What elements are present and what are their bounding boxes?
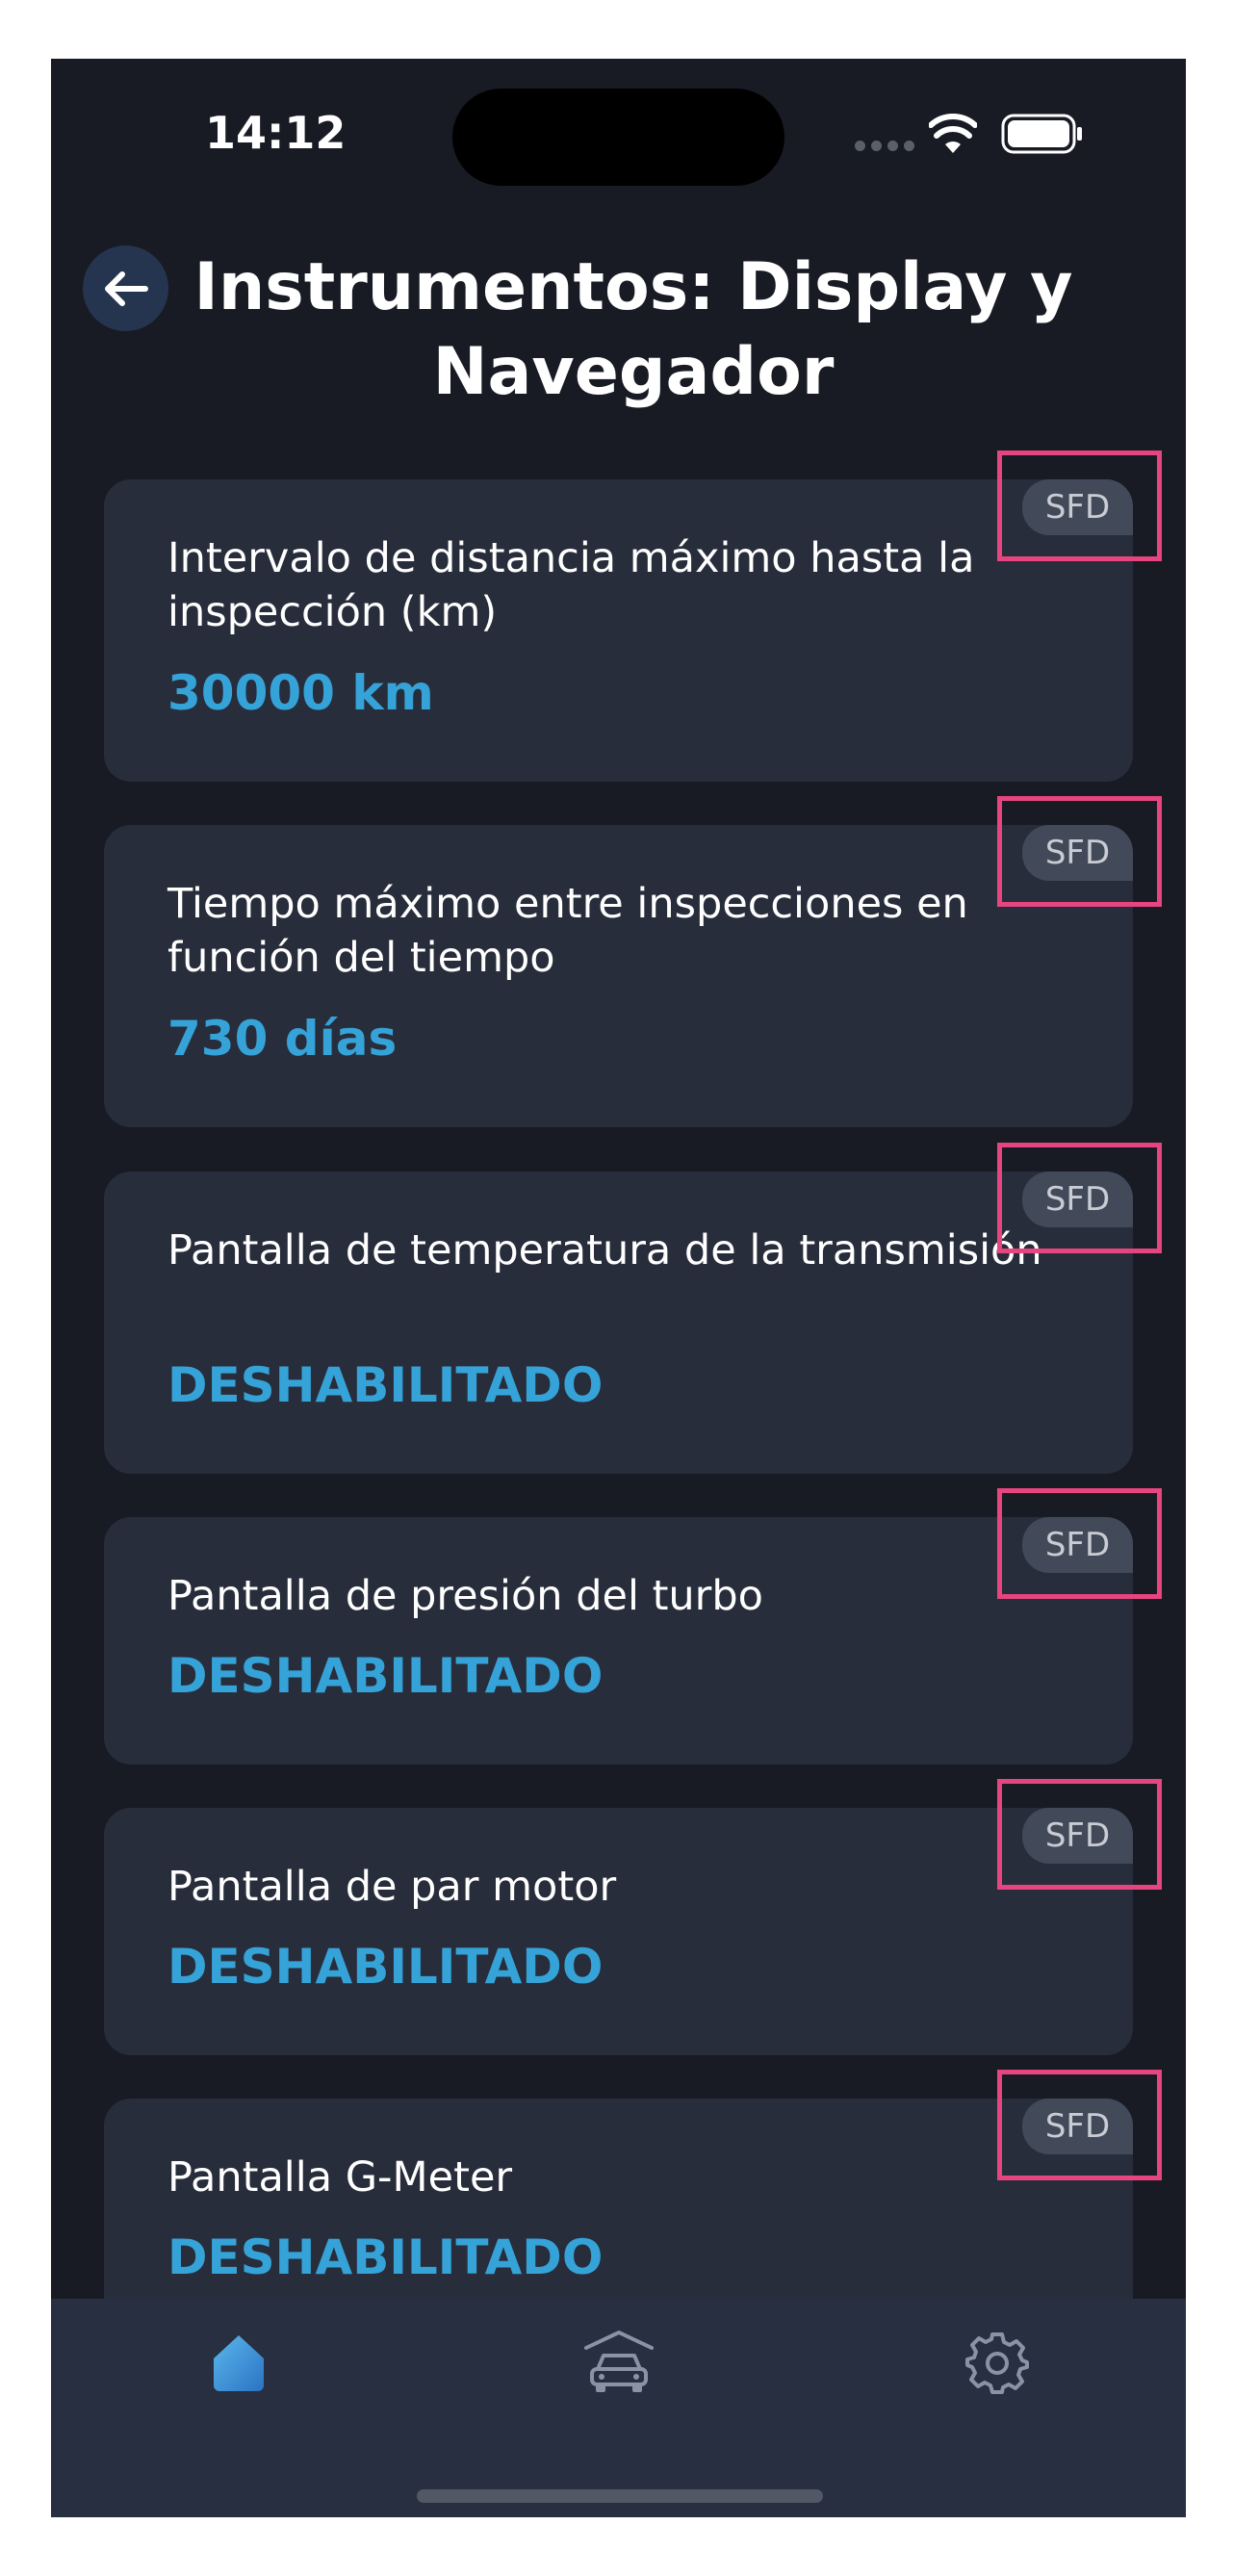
car-garage-icon — [584, 2331, 654, 2392]
status-time: 14:12 — [205, 107, 347, 159]
page-title: Instrumentos: Display y Navegador — [193, 249, 1073, 410]
setting-value: DESHABILITADO — [167, 1357, 604, 1413]
sfd-badge: SFD — [1022, 1517, 1133, 1573]
setting-label: Pantalla de temperatura de la transmisió… — [167, 1226, 1042, 1275]
setting-label: Pantalla G-Meter — [167, 2153, 513, 2202]
phone-screen: 14:12 Instrumentos: Display y Navegador … — [51, 59, 1186, 2517]
cellular-signal-icon — [855, 141, 916, 152]
setting-card-turbo-pressure[interactable]: SFD Pantalla de presión del turbo DESHAB… — [104, 1517, 1133, 1765]
setting-value: 730 días — [167, 1011, 398, 1067]
wifi-icon — [929, 114, 977, 153]
setting-card-transmission-temperature[interactable]: SFD Pantalla de temperatura de la transm… — [104, 1172, 1133, 1474]
sfd-badge: SFD — [1022, 825, 1133, 881]
sfd-badge: SFD — [1022, 1172, 1133, 1227]
setting-value: DESHABILITADO — [167, 1939, 604, 1995]
sfd-badge: SFD — [1022, 2099, 1133, 2154]
setting-value: DESHABILITADO — [167, 1648, 604, 1704]
home-icon — [214, 2335, 264, 2391]
bottom-nav — [51, 2299, 1186, 2517]
setting-card-engine-torque[interactable]: SFD Pantalla de par motor DESHABILITADO — [104, 1808, 1133, 2055]
gear-icon — [965, 2332, 1029, 2394]
setting-label: Pantalla de par motor — [167, 1863, 617, 1911]
arrow-left-icon — [104, 270, 148, 306]
nav-vehicle[interactable] — [580, 2324, 657, 2401]
setting-label: Tiempo máximo entre inspecciones en func… — [167, 880, 968, 982]
setting-card-max-time-between-inspections[interactable]: SFD Tiempo máximo entre inspecciones en … — [104, 825, 1133, 1127]
battery-icon — [1001, 114, 1082, 154]
dynamic-island — [452, 89, 784, 186]
nav-home[interactable] — [200, 2324, 277, 2401]
setting-value: DESHABILITADO — [167, 2229, 604, 2285]
setting-value: 30000 km — [167, 665, 434, 721]
sfd-badge: SFD — [1022, 479, 1133, 535]
home-indicator — [417, 2489, 823, 2503]
setting-label: Intervalo de distancia máximo hasta la i… — [167, 534, 975, 636]
nav-settings[interactable] — [959, 2324, 1036, 2401]
setting-card-max-distance-interval[interactable]: SFD Intervalo de distancia máximo hasta … — [104, 479, 1133, 782]
back-button[interactable] — [83, 245, 168, 331]
sfd-badge: SFD — [1022, 1808, 1133, 1864]
setting-label: Pantalla de presión del turbo — [167, 1572, 763, 1620]
